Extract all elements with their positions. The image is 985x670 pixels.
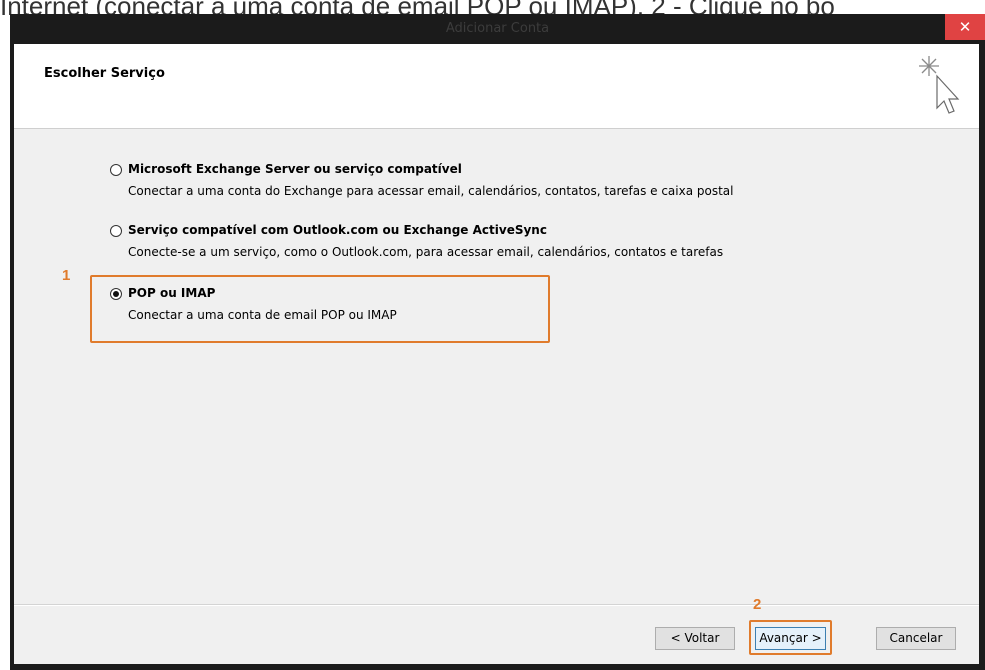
page-title: Escolher Serviço bbox=[44, 66, 165, 81]
window-title: Adicionar Conta bbox=[445, 21, 550, 36]
next-button[interactable]: Avançar > bbox=[755, 627, 826, 650]
option-label: Microsoft Exchange Server ou serviço com… bbox=[128, 162, 462, 176]
footer-divider-highlight bbox=[14, 605, 979, 606]
title-bar: Adicionar Conta ✕ bbox=[10, 14, 985, 44]
radio-outlook-activesync[interactable] bbox=[110, 225, 122, 237]
option-exchange[interactable]: Microsoft Exchange Server ou serviço com… bbox=[110, 162, 890, 202]
close-icon: ✕ bbox=[958, 18, 972, 36]
option-outlook-activesync[interactable]: Serviço compatível com Outlook.com ou Ex… bbox=[110, 223, 890, 263]
annotation-highlight-pop-imap bbox=[90, 275, 550, 343]
add-account-dialog: Adicionar Conta ✕ Escolher Serviço Micro… bbox=[10, 14, 985, 670]
back-button[interactable]: < Voltar bbox=[655, 627, 735, 650]
close-button[interactable]: ✕ bbox=[945, 14, 985, 40]
dialog-header: Escolher Serviço bbox=[14, 44, 979, 129]
radio-exchange[interactable] bbox=[110, 164, 122, 176]
annotation-number-1: 1 bbox=[62, 267, 71, 284]
cursor-sparkle-icon bbox=[919, 56, 960, 114]
cancel-button[interactable]: Cancelar bbox=[876, 627, 956, 650]
option-description: Conecte-se a um serviço, como o Outlook.… bbox=[128, 245, 724, 259]
service-options: Microsoft Exchange Server ou serviço com… bbox=[14, 129, 979, 603]
dialog-content: Escolher Serviço Microsoft Exchange Serv… bbox=[14, 44, 979, 664]
option-description: Conectar a uma conta do Exchange para ac… bbox=[128, 184, 734, 198]
annotation-number-2: 2 bbox=[753, 596, 762, 613]
option-label: Serviço compatível com Outlook.com ou Ex… bbox=[128, 223, 547, 237]
